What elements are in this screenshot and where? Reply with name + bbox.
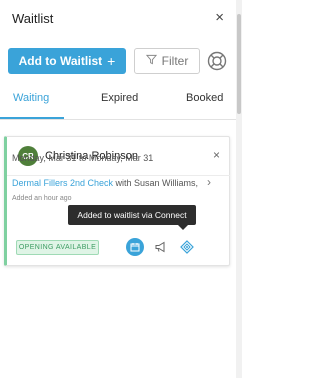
filter-icon: [145, 54, 157, 68]
waitlist-tabs: Waiting Expired Booked: [0, 92, 236, 120]
megaphone-icon[interactable]: [152, 238, 170, 256]
service-link[interactable]: Dermal Fillers 2nd Check: [12, 178, 113, 188]
scrollbar[interactable]: [236, 0, 242, 378]
tabs-divider: [0, 119, 236, 120]
close-panel-button[interactable]: ×: [215, 10, 224, 26]
add-to-waitlist-label: Add to Waitlist: [18, 54, 103, 68]
filter-button[interactable]: Filter: [134, 48, 200, 74]
plus-icon: +: [107, 53, 116, 69]
panel-title: Waitlist: [12, 11, 54, 26]
added-timestamp: Added an hour ago: [12, 195, 72, 202]
tab-expired[interactable]: Expired: [101, 92, 138, 104]
tooltip-arrow: [178, 225, 188, 230]
service-line[interactable]: Dermal Fillers 2nd Check with Susan Will…: [12, 178, 204, 188]
tab-waiting[interactable]: Waiting: [13, 92, 49, 104]
connect-icon[interactable]: [178, 238, 196, 256]
card-divider: [7, 175, 230, 176]
remove-entry-button[interactable]: ×: [213, 148, 220, 162]
tab-booked[interactable]: Booked: [186, 92, 223, 104]
waitlist-panel: Waitlist × Add to Waitlist + Filter Wait…: [0, 0, 236, 378]
lifebuoy-icon[interactable]: [207, 51, 227, 71]
panel-header: Waitlist ×: [12, 10, 228, 28]
calendar-icon[interactable]: [126, 238, 144, 256]
add-to-waitlist-button[interactable]: Add to Waitlist +: [8, 48, 126, 74]
scrollbar-thumb[interactable]: [237, 14, 241, 114]
filter-label: Filter: [161, 54, 189, 68]
connect-tooltip: Added to waitlist via Connect: [68, 205, 196, 225]
provider-text: with Susan Williams,: [113, 178, 199, 188]
toolbar: Add to Waitlist + Filter: [8, 48, 228, 74]
status-badge: OPENING AVAILABLE: [16, 240, 99, 255]
chevron-right-icon[interactable]: ›: [207, 175, 211, 189]
date-range: Monday, Mar 31 to Monday, Mar 31: [12, 153, 154, 163]
